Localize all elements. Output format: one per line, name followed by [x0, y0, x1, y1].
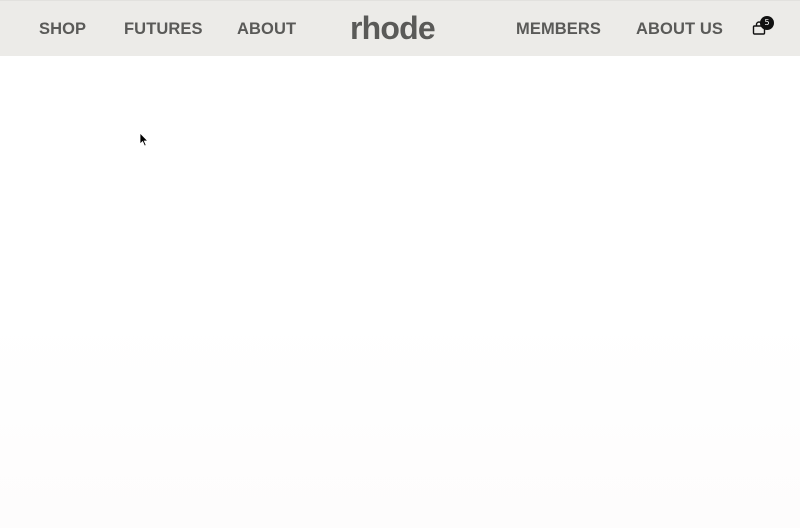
- site-logo[interactable]: rhode: [350, 10, 436, 46]
- nav-link-futures[interactable]: FUTURES: [124, 19, 203, 39]
- nav-link-shop[interactable]: SHOP: [39, 19, 86, 39]
- site-header: SHOP FUTURES ABOUT rhode MEMBERS ABOUT U…: [0, 0, 800, 56]
- mouse-pointer-icon: [139, 132, 149, 147]
- nav-link-about-us[interactable]: ABOUT US: [636, 19, 723, 39]
- cart-button[interactable]: 5: [752, 16, 774, 37]
- nav-link-about[interactable]: ABOUT: [237, 19, 296, 39]
- cart-count-badge: 5: [760, 16, 774, 30]
- nav-link-members[interactable]: MEMBERS: [516, 19, 601, 39]
